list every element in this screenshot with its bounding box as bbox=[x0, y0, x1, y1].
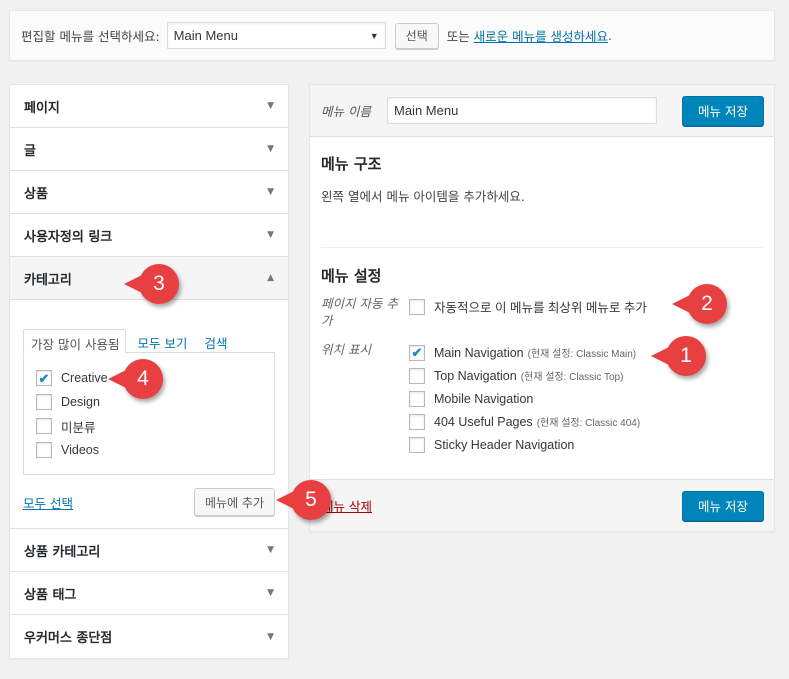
marker-number: 3 bbox=[153, 272, 165, 295]
check-icon: ✔ bbox=[411, 345, 423, 360]
location-item: Mobile Navigation bbox=[409, 387, 640, 410]
category-item: Videos bbox=[36, 438, 262, 462]
category-item: 미분류 bbox=[36, 414, 262, 438]
location-item: ✔ Main Navigation (현재 설정: Classic Main) bbox=[409, 341, 640, 364]
menu-edit-footer: 메뉴 삭제 메뉴 저장 bbox=[310, 479, 774, 531]
category-checkbox-design[interactable] bbox=[36, 394, 52, 410]
location-label: Sticky Header Navigation bbox=[434, 437, 575, 452]
select-menu-label: 편집할 메뉴를 선택하세요: bbox=[21, 29, 160, 44]
accordion-item-label: 상품 bbox=[24, 186, 48, 202]
accordion-item-posts[interactable]: 글 ▼ bbox=[10, 128, 288, 171]
accordion-item-label: 사용자정의 링크 bbox=[24, 229, 113, 245]
accordion-item-woocommerce-endpoints[interactable]: 우커머스 종단점 ▼ bbox=[10, 615, 288, 658]
location-checkbox-mobile-navigation[interactable] bbox=[409, 390, 425, 407]
collapse-arrow-icon: ▲ bbox=[267, 273, 274, 283]
or-text: 또는 bbox=[446, 29, 470, 44]
display-location-label: 위치 표시 bbox=[321, 342, 371, 357]
marker-number: 2 bbox=[701, 292, 713, 315]
accordion-item-label: 상품 태그 bbox=[24, 587, 77, 603]
accordion-item-label: 상품 카테고리 bbox=[24, 544, 101, 560]
marker-number: 1 bbox=[680, 344, 692, 367]
location-checkbox-main-navigation[interactable]: ✔ bbox=[409, 344, 425, 361]
accordion-item-label: 페이지 bbox=[24, 100, 60, 116]
location-item: Top Navigation (현재 설정: Classic Top) bbox=[409, 364, 640, 387]
annotation-marker-3: 3 bbox=[139, 264, 179, 304]
period: . bbox=[608, 28, 612, 43]
auto-add-pages-label: 페이지 자동 추가 bbox=[321, 296, 398, 328]
expand-arrow-icon: ▼ bbox=[267, 545, 274, 555]
location-label: Top Navigation bbox=[434, 368, 517, 383]
categories-panel: 가장 많이 사용됨 모두 보기 검색 ✔ Creative Design 미분류… bbox=[10, 300, 288, 529]
menu-structure-title: 메뉴 구조 bbox=[321, 155, 382, 173]
select-menu-button[interactable]: 선택 bbox=[394, 22, 439, 49]
accordion-item-product-tags[interactable]: 상품 태그 ▼ bbox=[10, 572, 288, 615]
add-to-menu-button[interactable]: 메뉴에 추가 bbox=[193, 488, 275, 516]
category-checkbox-uncategorized[interactable] bbox=[36, 418, 52, 434]
location-checkbox-404-useful-pages[interactable] bbox=[409, 413, 425, 430]
accordion-item-products[interactable]: 상품 ▼ bbox=[10, 171, 288, 214]
menu-structure-hint: 왼쪽 열에서 메뉴 아이템을 추가하세요. bbox=[321, 189, 525, 204]
category-tabs: 가장 많이 사용됨 모두 보기 검색 bbox=[23, 329, 275, 354]
accordion-item-label: 글 bbox=[24, 143, 36, 159]
location-checkbox-top-navigation[interactable] bbox=[409, 367, 425, 384]
expand-arrow-icon: ▼ bbox=[267, 187, 274, 197]
location-note: (현재 설정: Classic Top) bbox=[520, 372, 624, 383]
expand-arrow-icon: ▼ bbox=[267, 588, 274, 598]
menu-settings-title: 메뉴 설정 bbox=[321, 267, 382, 285]
annotation-marker-1: 1 bbox=[666, 336, 706, 376]
marker-number: 4 bbox=[137, 367, 149, 390]
save-menu-button[interactable]: 메뉴 저장 bbox=[682, 95, 764, 126]
check-icon: ✔ bbox=[38, 370, 50, 386]
expand-arrow-icon: ▼ bbox=[267, 230, 274, 240]
footer-save-menu-button[interactable]: 메뉴 저장 bbox=[682, 490, 764, 521]
auto-add-option: 자동적으로 이 메뉴를 최상위 메뉴로 추가 bbox=[409, 295, 647, 318]
annotation-marker-2: 2 bbox=[687, 284, 727, 324]
menu-select-value: Main Menu bbox=[173, 28, 238, 43]
accordion-item-label: 우커머스 종단점 bbox=[24, 631, 113, 646]
location-item: Sticky Header Navigation bbox=[409, 433, 640, 456]
category-label: Videos bbox=[61, 443, 99, 457]
accordion-item-label: 카테고리 bbox=[24, 272, 72, 288]
tab-search[interactable]: 검색 bbox=[197, 329, 233, 353]
expand-arrow-icon: ▼ bbox=[267, 101, 274, 111]
menu-edit-header: 메뉴 이름 Main Menu 메뉴 저장 bbox=[310, 85, 774, 137]
divider bbox=[321, 247, 763, 248]
categories-footer: 모두 선택 메뉴에 추가 bbox=[23, 488, 275, 516]
location-note: (현재 설정: Classic 404) bbox=[536, 418, 641, 429]
marker-number: 5 bbox=[305, 488, 317, 511]
dropdown-arrow-icon: ▼ bbox=[369, 30, 379, 41]
category-checkbox-creative[interactable]: ✔ bbox=[36, 370, 52, 386]
category-label: Design bbox=[61, 395, 100, 409]
create-new-menu-link[interactable]: 새로운 메뉴를 생성하세요 bbox=[474, 26, 608, 45]
category-label: Creative bbox=[61, 371, 108, 385]
menu-select-bar: 편집할 메뉴를 선택하세요: Main Menu ▼ 선택 또는 새로운 메뉴를… bbox=[9, 10, 775, 61]
menu-select[interactable]: Main Menu ▼ bbox=[166, 22, 386, 49]
annotation-marker-4: 4 bbox=[123, 359, 163, 399]
accordion-item-custom-links[interactable]: 사용자정의 링크 ▼ bbox=[10, 214, 288, 257]
menu-name-label: 메뉴 이름 bbox=[321, 104, 371, 119]
location-label: Mobile Navigation bbox=[434, 391, 534, 406]
location-label: Main Navigation bbox=[434, 345, 524, 360]
menu-name-input[interactable]: Main Menu bbox=[387, 97, 657, 124]
location-item: 404 Useful Pages (현재 설정: Classic 404) bbox=[409, 410, 640, 433]
expand-arrow-icon: ▼ bbox=[267, 144, 274, 154]
auto-add-checkbox[interactable] bbox=[409, 298, 425, 315]
tab-view-all[interactable]: 모두 보기 bbox=[130, 329, 193, 353]
location-label: 404 Useful Pages bbox=[434, 414, 533, 429]
auto-add-option-label: 자동적으로 이 메뉴를 최상위 메뉴로 추가 bbox=[434, 301, 647, 315]
accordion-item-pages[interactable]: 페이지 ▼ bbox=[10, 85, 288, 128]
expand-arrow-icon: ▼ bbox=[267, 631, 274, 642]
category-label: 미분류 bbox=[61, 420, 96, 435]
category-checkbox-videos[interactable] bbox=[36, 442, 52, 458]
tab-most-used[interactable]: 가장 많이 사용됨 bbox=[23, 329, 127, 354]
select-all-link[interactable]: 모두 선택 bbox=[23, 493, 73, 512]
location-note: (현재 설정: Classic Main) bbox=[527, 349, 637, 360]
accordion-item-product-categories[interactable]: 상품 카테고리 ▼ bbox=[10, 529, 288, 572]
location-checkbox-sticky-header-navigation[interactable] bbox=[409, 436, 425, 453]
annotation-marker-5: 5 bbox=[291, 480, 331, 520]
